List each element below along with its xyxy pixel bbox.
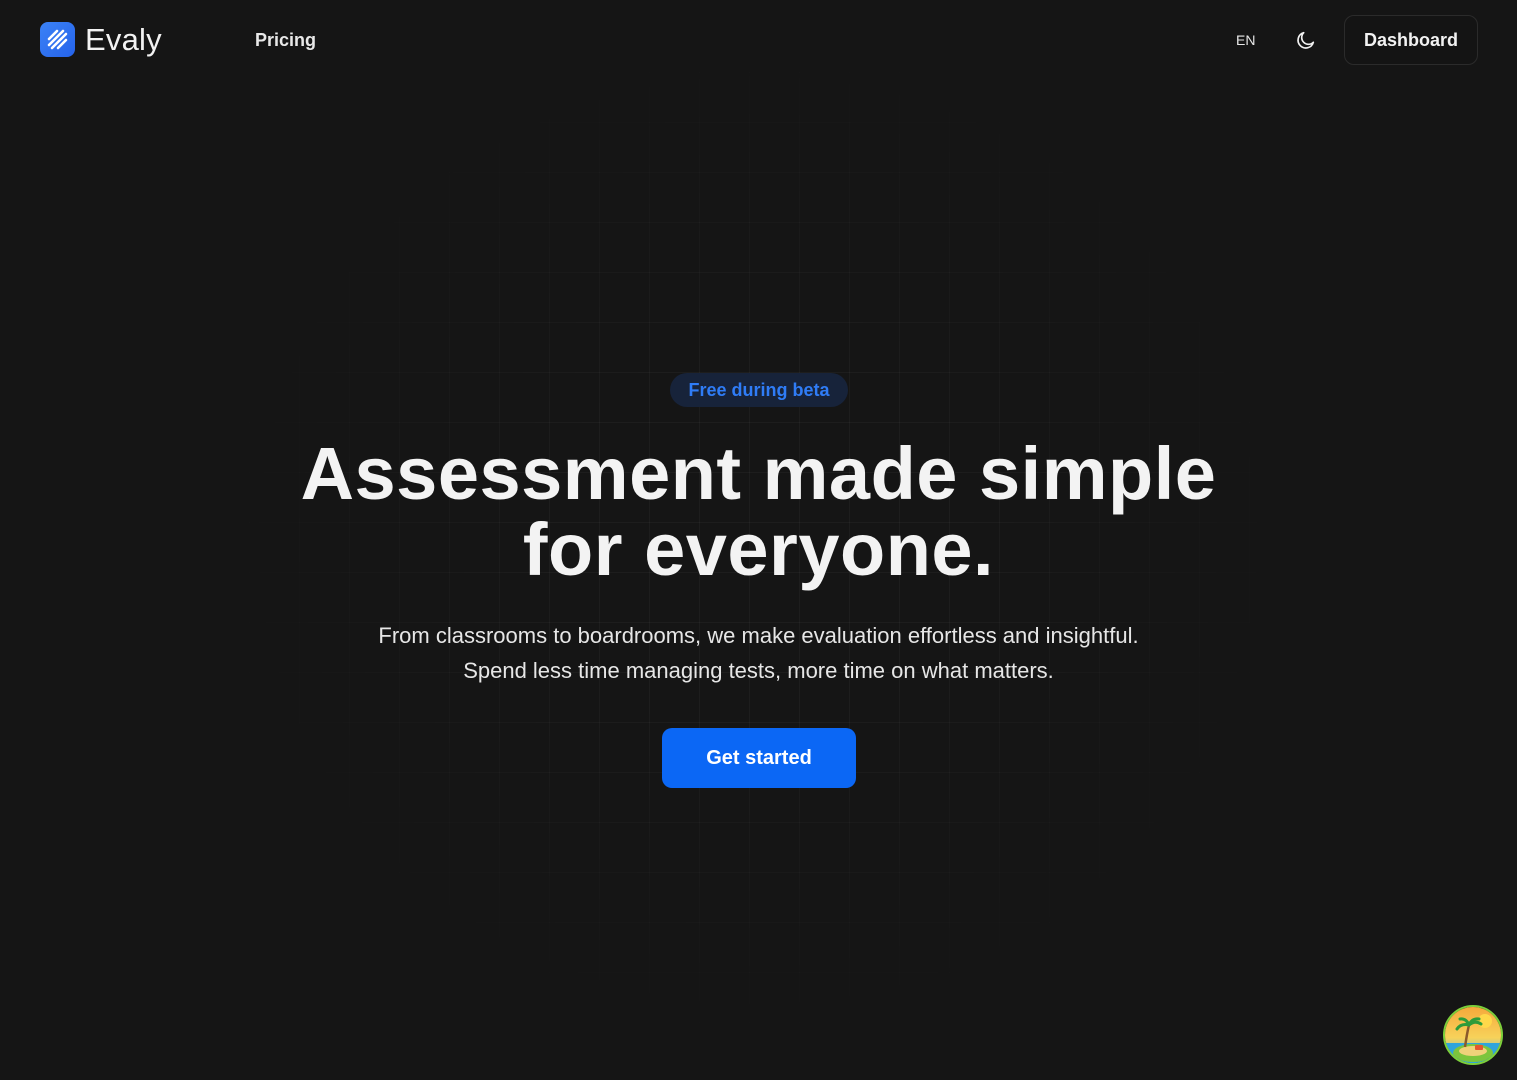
evaly-logo-icon: [40, 22, 75, 57]
subtitle-line-1: From classrooms to boardrooms, we make e…: [378, 623, 1139, 648]
beach-avatar-icon: [1445, 1007, 1501, 1063]
language-selector[interactable]: EN: [1236, 32, 1255, 48]
moon-icon: [1297, 31, 1315, 49]
dashboard-button[interactable]: Dashboard: [1344, 15, 1478, 65]
brand-logo-link[interactable]: Evaly: [40, 22, 162, 57]
nav-link-pricing[interactable]: Pricing: [255, 29, 316, 51]
hero-headline: Assessment made simple for everyone.: [0, 436, 1517, 588]
headline-line-1: Assessment made simple: [300, 432, 1217, 515]
hero-subtitle: From classrooms to boardrooms, we make e…: [0, 618, 1517, 688]
user-avatar[interactable]: [1443, 1005, 1503, 1065]
top-navbar: Evaly Pricing EN Dashboard: [0, 0, 1517, 80]
theme-toggle-button[interactable]: [1294, 28, 1318, 52]
get-started-button[interactable]: Get started: [662, 728, 856, 788]
headline-line-2: for everyone.: [522, 508, 995, 591]
beta-badge: Free during beta: [670, 373, 848, 407]
brand-name: Evaly: [85, 22, 162, 57]
subtitle-line-2: Spend less time managing tests, more tim…: [463, 658, 1054, 683]
